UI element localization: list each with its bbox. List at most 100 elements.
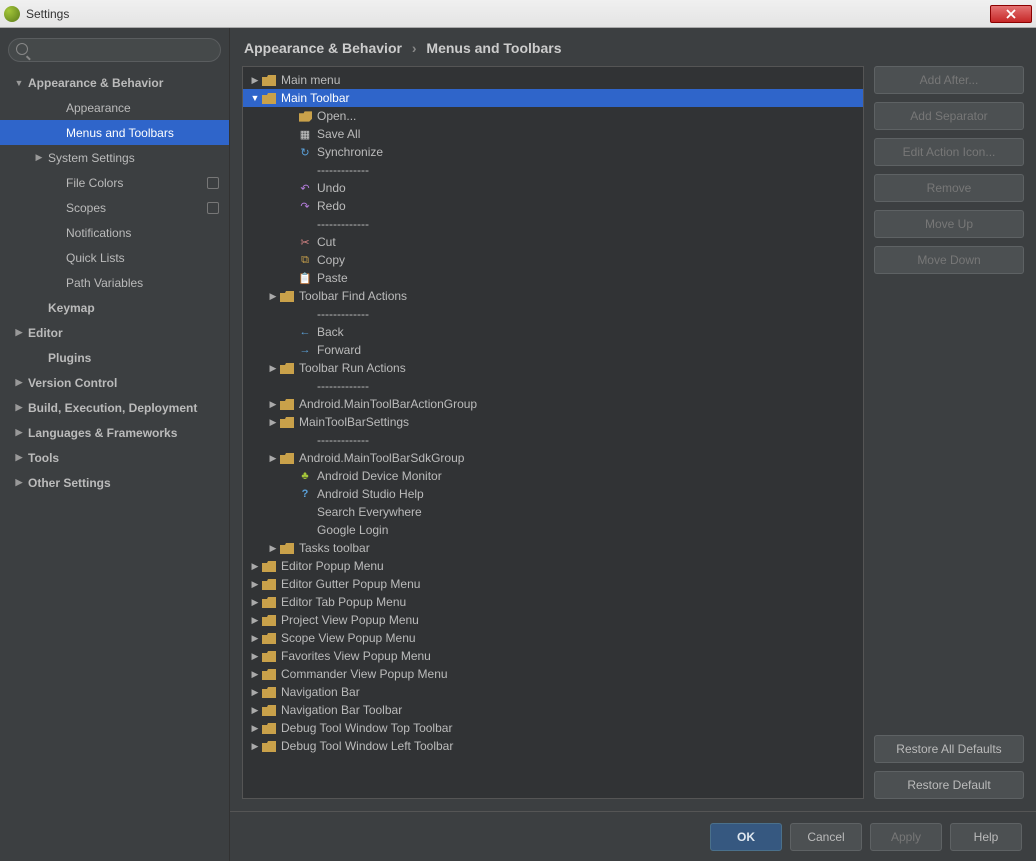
toolbar-tree[interactable]: ▶Main menu▼Main ToolbarOpen...▦Save All↻… [242, 66, 864, 799]
tree-row-label: Paste [317, 271, 348, 285]
move-down-button[interactable]: Move Down [874, 246, 1024, 274]
tree-row[interactable]: ------------- [243, 377, 863, 395]
tree-row[interactable]: ▶Debug Tool Window Top Toolbar [243, 719, 863, 737]
tree-row-label: Editor Popup Menu [281, 559, 384, 573]
tree-row[interactable]: Search Everywhere [243, 503, 863, 521]
tree-row[interactable]: ⧉Copy [243, 251, 863, 269]
nav-item[interactable]: Notifications [0, 220, 229, 245]
nav-item[interactable]: Quick Lists [0, 245, 229, 270]
sync-icon: ↻ [297, 145, 313, 159]
nav-item[interactable]: Path Variables [0, 270, 229, 295]
tree-row[interactable]: ↷Redo [243, 197, 863, 215]
tree-row[interactable]: ------------- [243, 161, 863, 179]
nav-item[interactable]: Scopes [0, 195, 229, 220]
tree-row[interactable]: Google Login [243, 521, 863, 539]
bottom-bar: OK Cancel Apply Help [230, 811, 1036, 861]
edit-action-icon-button[interactable]: Edit Action Icon... [874, 138, 1024, 166]
tree-row-label: Copy [317, 253, 345, 267]
nav-item[interactable]: Keymap [0, 295, 229, 320]
search-input[interactable] [8, 38, 221, 62]
tree-row[interactable]: ▶Editor Popup Menu [243, 557, 863, 575]
tree-row-label: Favorites View Popup Menu [281, 649, 431, 663]
tree-row-label: Navigation Bar [281, 685, 360, 699]
tree-row[interactable]: ▶Android.MainToolBarActionGroup [243, 395, 863, 413]
tree-row[interactable]: ↶Undo [243, 179, 863, 197]
cancel-button[interactable]: Cancel [790, 823, 862, 851]
tree-row[interactable]: ▶MainToolBarSettings [243, 413, 863, 431]
tree-row[interactable]: ↻Synchronize [243, 143, 863, 161]
tree-row[interactable]: ▶Scope View Popup Menu [243, 629, 863, 647]
open-icon [297, 109, 313, 123]
nav-tree: ▼Appearance & BehaviorAppearance Menus an… [0, 70, 229, 861]
nav-item[interactable]: ▶System Settings [0, 145, 229, 170]
add-separator-button[interactable]: Add Separator [874, 102, 1024, 130]
nav-item[interactable]: ▶Build, Execution, Deployment [0, 395, 229, 420]
chevron-right-icon: ▶ [267, 291, 279, 302]
tree-row-label: Editor Tab Popup Menu [281, 595, 406, 609]
breadcrumb-sep: › [412, 40, 417, 56]
tree-row-label: Forward [317, 343, 361, 357]
tree-row[interactable]: ▶Project View Popup Menu [243, 611, 863, 629]
tree-row[interactable]: ▶Android.MainToolBarSdkGroup [243, 449, 863, 467]
tree-row[interactable]: ▦Save All [243, 125, 863, 143]
tree-row[interactable]: ▶Navigation Bar [243, 683, 863, 701]
restore-default-button[interactable]: Restore Default [874, 771, 1024, 799]
nav-item[interactable]: ▶Languages & Frameworks [0, 420, 229, 445]
breadcrumb: Appearance & Behavior › Menus and Toolba… [230, 28, 1036, 66]
tree-row[interactable]: ←Back [243, 323, 863, 341]
nav-item[interactable]: File Colors [0, 170, 229, 195]
tree-row[interactable]: ▶Navigation Bar Toolbar [243, 701, 863, 719]
nav-item[interactable]: Plugins [0, 345, 229, 370]
nav-item[interactable]: ▶Other Settings [0, 470, 229, 495]
tree-row[interactable]: ♣Android Device Monitor [243, 467, 863, 485]
tree-row-label: Debug Tool Window Top Toolbar [281, 721, 452, 735]
add-after-button[interactable]: Add After... [874, 66, 1024, 94]
nav-item-label: Menus and Toolbars [66, 126, 174, 140]
nav-item[interactable]: ▼Appearance & Behavior [0, 70, 229, 95]
app-icon [4, 6, 20, 22]
close-button[interactable] [990, 5, 1032, 23]
tree-row[interactable]: ------------- [243, 431, 863, 449]
save-all-icon: ▦ [297, 127, 313, 141]
tree-row-label: Android Device Monitor [317, 469, 442, 483]
remove-button[interactable]: Remove [874, 174, 1024, 202]
restore-all-defaults-button[interactable]: Restore All Defaults [874, 735, 1024, 763]
tree-row[interactable]: ▶Favorites View Popup Menu [243, 647, 863, 665]
tree-row[interactable]: ✂Cut [243, 233, 863, 251]
help-button[interactable]: Help [950, 823, 1022, 851]
nav-item-label: Keymap [48, 301, 95, 315]
tree-row[interactable]: ▶Commander View Popup Menu [243, 665, 863, 683]
tree-row[interactable]: ▶Tasks toolbar [243, 539, 863, 557]
tree-row[interactable]: ▶Main menu [243, 71, 863, 89]
tree-row-label: ------------- [317, 307, 369, 321]
folder-icon [261, 721, 277, 735]
tree-row[interactable]: →Forward [243, 341, 863, 359]
nav-item[interactable]: ▶Tools [0, 445, 229, 470]
tree-row[interactable]: 📋Paste [243, 269, 863, 287]
tree-row[interactable]: Open... [243, 107, 863, 125]
tree-row[interactable]: ▶Debug Tool Window Left Toolbar [243, 737, 863, 755]
tree-row[interactable]: ?Android Studio Help [243, 485, 863, 503]
tree-row[interactable]: ▶Editor Tab Popup Menu [243, 593, 863, 611]
tree-row-label: ------------- [317, 433, 369, 447]
folder-icon [261, 91, 277, 105]
tree-row-label: Project View Popup Menu [281, 613, 419, 627]
tree-row[interactable]: ▼Main Toolbar [243, 89, 863, 107]
nav-item[interactable]: Menus and Toolbars [0, 120, 229, 145]
ok-button[interactable]: OK [710, 823, 782, 851]
nav-item[interactable]: ▶Editor [0, 320, 229, 345]
chevron-right-icon: ▶ [267, 453, 279, 464]
tree-row[interactable]: ▶ Toolbar Find Actions [243, 287, 863, 305]
blank-icon [297, 523, 313, 537]
nav-item[interactable]: Appearance [0, 95, 229, 120]
tree-row[interactable]: ------------- [243, 305, 863, 323]
tree-row[interactable]: ▶Editor Gutter Popup Menu [243, 575, 863, 593]
tree-row[interactable]: ▶Toolbar Run Actions [243, 359, 863, 377]
nav-item[interactable]: ▶Version Control [0, 370, 229, 395]
tree-row-label: Toolbar Find Actions [299, 289, 407, 303]
move-up-button[interactable]: Move Up [874, 210, 1024, 238]
tree-row[interactable]: ------------- [243, 215, 863, 233]
apply-button[interactable]: Apply [870, 823, 942, 851]
main-area: ▼Appearance & BehaviorAppearance Menus an… [0, 28, 1036, 861]
folder-icon [261, 703, 277, 717]
